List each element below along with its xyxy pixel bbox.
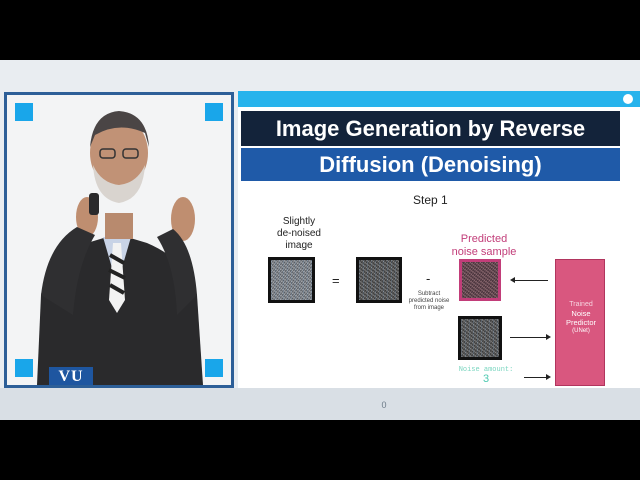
slightly-denoised-label: Slightly de-noised image [277, 216, 321, 251]
predicted-noise-image [459, 259, 501, 301]
slide-title-line2: Diffusion (Denoising) [241, 148, 620, 181]
current-noisy-image [356, 257, 402, 303]
arrow-head-right-icon [546, 334, 551, 340]
step-label: Step 1 [413, 193, 448, 207]
bottom-strip [0, 388, 640, 420]
slide: Image Generation by Reverse Diffusion (D… [238, 91, 640, 388]
presenter-video-panel: VU [4, 92, 234, 388]
subtract-caption: Subtract predicted noise from image [408, 291, 450, 311]
presenter-figure [37, 111, 203, 385]
unet-noise-predictor: Trained Noise Predictor (UNet) [555, 259, 605, 386]
noise-amount-value: 3 [482, 373, 490, 385]
noise-amount: Noise amount: 3 [451, 366, 521, 385]
minus-sign: - [426, 271, 431, 286]
page-number: 0 [381, 400, 387, 410]
arrow-head-right-icon [546, 374, 551, 380]
unet-sub-label: (UNet) [572, 328, 590, 334]
arrow-amount-to-unet [524, 377, 548, 378]
slide-top-bar [238, 91, 640, 107]
unet-trained-label: Trained [569, 301, 593, 308]
equals-sign: = [332, 273, 340, 288]
arrow-head-left-icon [510, 277, 515, 283]
predicted-noise-label: Predicted noise sample [451, 233, 517, 258]
arrow-image-to-unet [510, 337, 548, 338]
unet-name-label: Noise Predictor [565, 309, 596, 327]
slide-title-line1: Image Generation by Reverse [275, 116, 586, 141]
vu-logo: VU [49, 367, 93, 385]
arrow-to-predicted-noise [514, 280, 548, 281]
denoised-image [268, 257, 315, 303]
slide-dot-icon [623, 94, 633, 104]
input-noisy-image [458, 316, 502, 360]
